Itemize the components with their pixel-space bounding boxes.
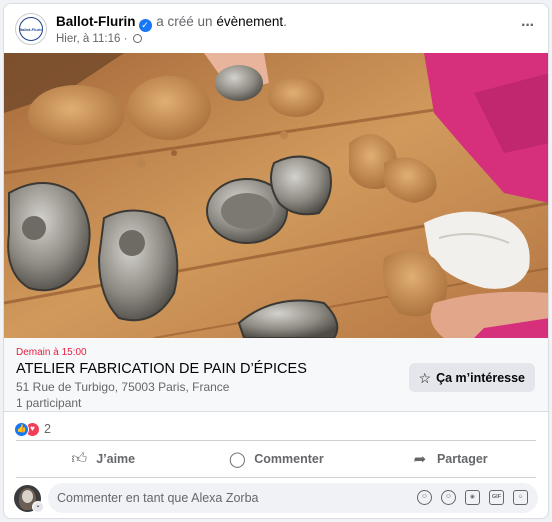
share-button[interactable]: ➦ Partager [363,443,536,475]
post-action-text: a créé un [156,14,213,29]
author-name[interactable]: Ballot-Flurin [56,14,136,29]
page-avatar[interactable]: Ballot-Flurin [15,13,47,45]
avatar-logo-text: Ballot-Flurin [19,27,43,32]
profile-switch-chevron-icon[interactable]: ⌄ [32,501,44,513]
like-button[interactable]: 👍︎ J’aime [16,443,189,475]
comment-button-label: Commenter [254,452,324,466]
post-author-line: Ballot-Flurin ✓ a créé un évènement. [56,14,287,32]
comment-composer[interactable]: ☺ ☺ ◉ GIF ☺ [48,483,538,513]
divider [16,477,536,478]
avatar-face [22,490,33,503]
event-date: Demain à 15:00 [16,347,87,358]
verified-badge-icon: ✓ [138,19,152,32]
post-header: Ballot-Flurin Ballot-Flurin ✓ a créé un é… [4,4,548,52]
comment-bubble-icon: ◯ [228,451,246,468]
interested-button-label: Ça m’intéresse [436,370,525,385]
event-info-panel[interactable]: Demain à 15:00 ATELIER FABRICATION DE PA… [4,338,548,412]
divider [16,440,536,441]
post-action-period: . [283,14,287,29]
camera-icon[interactable]: ◉ [465,490,480,505]
post-actions-bar: 👍︎ J’aime ◯ Commenter ➦ Partager [16,443,536,475]
gif-icon[interactable]: GIF [489,490,504,505]
post-action-object[interactable]: évènement [216,14,283,29]
event-post-card: Ballot-Flurin Ballot-Flurin ✓ a créé un é… [3,3,549,519]
separator-dot: · [123,33,128,45]
post-timestamp[interactable]: Hier, à 11:16 [56,33,120,45]
event-participants: 1 participant [16,396,82,410]
emoji-icon[interactable]: ☺ [441,490,456,505]
star-icon: ☆ [418,369,432,386]
gingerbread-molds-photo [4,53,548,338]
sticker-icon[interactable]: ☺ [513,490,528,505]
like-button-label: J’aime [96,452,136,466]
avatar-sticker-icon[interactable]: ☺ [417,490,432,505]
interested-button[interactable]: ☆ Ça m’intéresse [408,363,535,392]
comment-input[interactable] [57,483,417,513]
reaction-count[interactable]: 2 [44,422,51,436]
event-address: 51 Rue de Turbigo, 75003 Paris, France [16,380,230,394]
globe-icon [132,34,142,43]
comment-tools: ☺ ☺ ◉ GIF ☺ [417,490,528,505]
share-button-label: Partager [436,452,488,466]
post-meta: Hier, à 11:16 · [56,33,142,45]
event-title[interactable]: ATELIER FABRICATION DE PAIN D’ÉPICES [16,361,307,377]
more-options-icon[interactable]: ··· [521,17,535,35]
comment-button[interactable]: ◯ Commenter [189,443,362,475]
like-reaction-icon: 👍 [14,421,29,437]
share-arrow-icon: ➦ [413,451,427,468]
reactions-summary[interactable]: 👍 ♥ 2 [14,420,51,438]
event-cover-photo[interactable] [4,53,548,338]
thumbs-up-icon: 👍︎ [71,450,88,467]
